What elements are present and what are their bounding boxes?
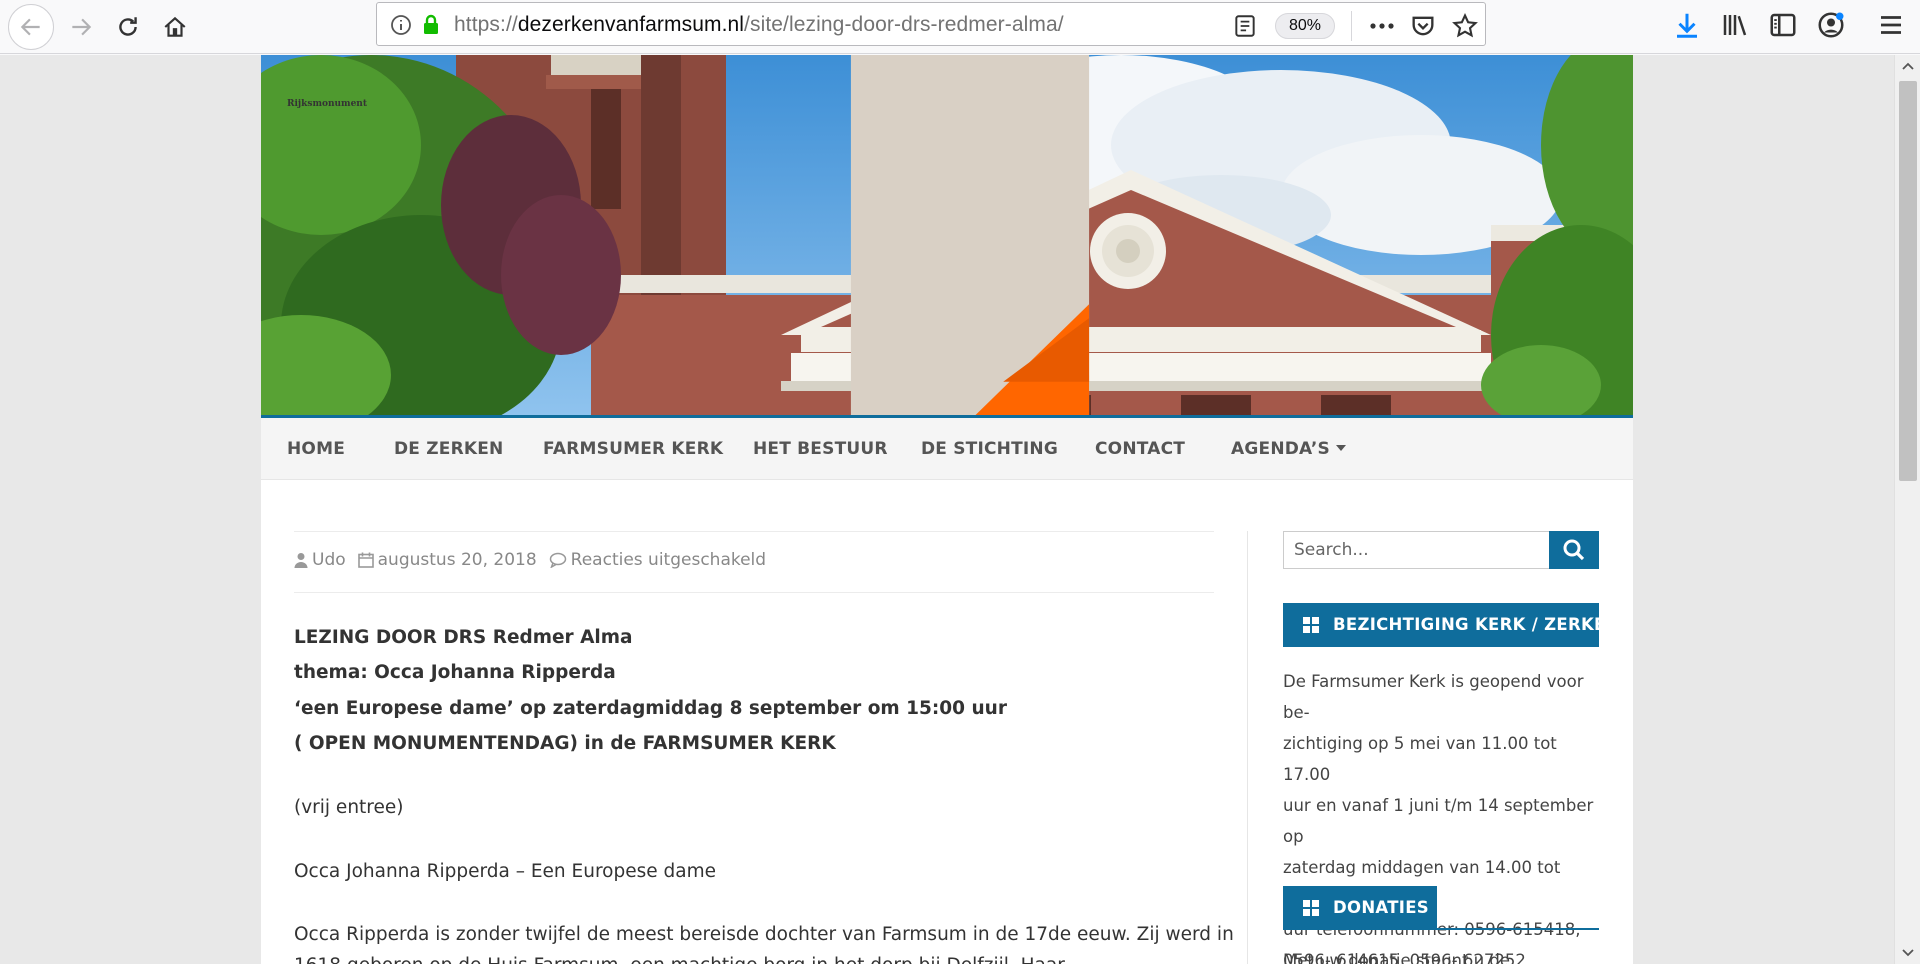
main-navigation: HOME DE ZERKEN FARMSUMER KERK HET BESTUU… <box>261 418 1633 480</box>
nav-het-bestuur[interactable]: HET BESTUUR <box>753 418 888 480</box>
search-icon <box>1563 539 1585 561</box>
user-icon <box>294 553 308 568</box>
bookmark-star-icon[interactable] <box>1451 12 1479 40</box>
post-author-name: Udo <box>312 550 346 570</box>
widget-bezichtiging-title: BEZICHTIGING KERK / ZERKEN <box>1283 603 1619 647</box>
post-heading-line-2: thema: Occa Johanna Ripperda <box>294 662 616 683</box>
home-button[interactable] <box>152 4 198 50</box>
page-viewport: Rijksmonument HOME DE ZERKEN FARMSUMER K… <box>0 55 1894 964</box>
post-heading-line-4: ( OPEN MONUMENTENDAG) in de FARMSUMER KE… <box>294 733 836 754</box>
reload-icon <box>119 17 137 36</box>
grid-icon <box>1303 617 1319 633</box>
post-author[interactable]: Udo <box>294 550 346 570</box>
nav-farmsumer-kerk[interactable]: FARMSUMER KERK <box>543 418 723 480</box>
scroll-down-button[interactable] <box>1895 942 1920 964</box>
scrollbar-thumb[interactable] <box>1899 81 1917 481</box>
reader-view-icon[interactable] <box>1232 13 1258 39</box>
post-comments-text: Reacties uitgeschakeld <box>570 550 767 570</box>
downloads-icon[interactable] <box>1672 10 1702 40</box>
url-bar-separator <box>1351 11 1352 41</box>
rijksmonument-label: Rijksmonument <box>286 99 368 109</box>
search-button[interactable] <box>1549 531 1599 569</box>
site-page: Rijksmonument HOME DE ZERKEN FARMSUMER K… <box>261 55 1633 964</box>
nav-de-stichting[interactable]: DE STICHTING <box>921 418 1058 480</box>
account-icon[interactable] <box>1816 10 1846 40</box>
widget-text-line: De Farmsumer Kerk is geopend voor be- <box>1283 672 1584 722</box>
reload-button[interactable] <box>105 4 151 50</box>
post-date[interactable]: augustus 20, 2018 <box>357 550 537 570</box>
info-icon[interactable] <box>389 13 413 37</box>
post-heading-line-3: ‘een Europese dame’ op zaterdagmiddag 8 … <box>294 698 1007 719</box>
url-bar[interactable]: https://dezerkenvanfarmsum.nl/site/lezin… <box>376 2 1486 46</box>
chevron-down-icon <box>1902 949 1914 957</box>
comment-icon <box>549 552 566 568</box>
nav-agendas-label: AGENDA’S <box>1231 439 1330 459</box>
post-body-line-2: 1618 geboren op de Huis Farmsum, een mac… <box>294 955 1065 964</box>
home-icon <box>164 16 186 37</box>
header-church-image: Rijksmonument <box>261 55 1633 415</box>
post-heading-line-1: LEZING DOOR DRS Redmer Alma <box>294 627 633 648</box>
forward-button[interactable] <box>58 4 104 50</box>
meta-top-rule <box>294 531 1214 532</box>
widget-text-line: zichtiging op 5 mei van 11.00 tot 17.00 <box>1283 734 1557 784</box>
back-button[interactable] <box>8 4 54 50</box>
content-sidebar-divider <box>1247 531 1248 964</box>
more-actions-icon[interactable] <box>1367 13 1397 39</box>
widget-text-line: uur en vanaf 1 juni t/m 14 september op <box>1283 796 1594 846</box>
nav-contact[interactable]: CONTACT <box>1095 418 1185 480</box>
post-date-text: augustus 20, 2018 <box>377 550 537 570</box>
browser-toolbar: https://dezerkenvanfarmsum.nl/site/lezin… <box>0 0 1920 54</box>
scroll-up-button[interactable] <box>1895 55 1920 77</box>
meta-bottom-rule <box>294 592 1214 593</box>
widget-donaties-title-text: DONATIES <box>1333 898 1429 917</box>
widget-bezichtiging-title-text: BEZICHTIGING KERK / ZERKEN <box>1333 615 1620 634</box>
calendar-icon <box>357 552 374 568</box>
rijksmonument-badge: Rijksmonument <box>284 55 1090 415</box>
library-icon[interactable] <box>1720 10 1750 40</box>
nav-de-zerken[interactable]: DE ZERKEN <box>394 418 504 480</box>
menu-hamburger-icon[interactable] <box>1876 10 1906 40</box>
chevron-up-icon <box>1902 62 1914 70</box>
nav-home[interactable]: HOME <box>287 418 345 480</box>
post-subtitle: Occa Johanna Ripperda – Een Europese dam… <box>294 861 716 882</box>
page-scrollbar[interactable] <box>1894 55 1920 964</box>
caret-down-icon <box>1335 445 1346 451</box>
pocket-icon[interactable] <box>1409 12 1437 40</box>
zoom-level-badge[interactable]: 80% <box>1275 13 1335 39</box>
post-meta: Udo augustus 20, 2018 Reacties uitgescha… <box>294 550 778 570</box>
lock-icon[interactable] <box>419 13 443 37</box>
arrow-right-icon <box>72 18 92 36</box>
widget-donaties-text: Met uw donatie steunt u de activiteiten <box>1283 951 1511 964</box>
grid-icon <box>1303 900 1319 916</box>
widget-donaties-title: DONATIES <box>1283 886 1437 930</box>
sidebar-toggle-icon[interactable] <box>1768 10 1798 40</box>
nav-agendas[interactable]: AGENDA’S <box>1231 418 1346 480</box>
post-body-line-1: Occa Ripperda is zonder twijfel de meest… <box>294 924 1234 945</box>
post-entry-note: (vrij entree) <box>294 797 404 818</box>
search-input[interactable]: Search... <box>1283 531 1551 569</box>
post-comments: Reacties uitgeschakeld <box>549 550 766 570</box>
url-text[interactable]: https://dezerkenvanfarmsum.nl/site/lezin… <box>454 13 1064 37</box>
arrow-left-icon <box>20 18 40 36</box>
widget-donaties-underline <box>1437 928 1599 930</box>
